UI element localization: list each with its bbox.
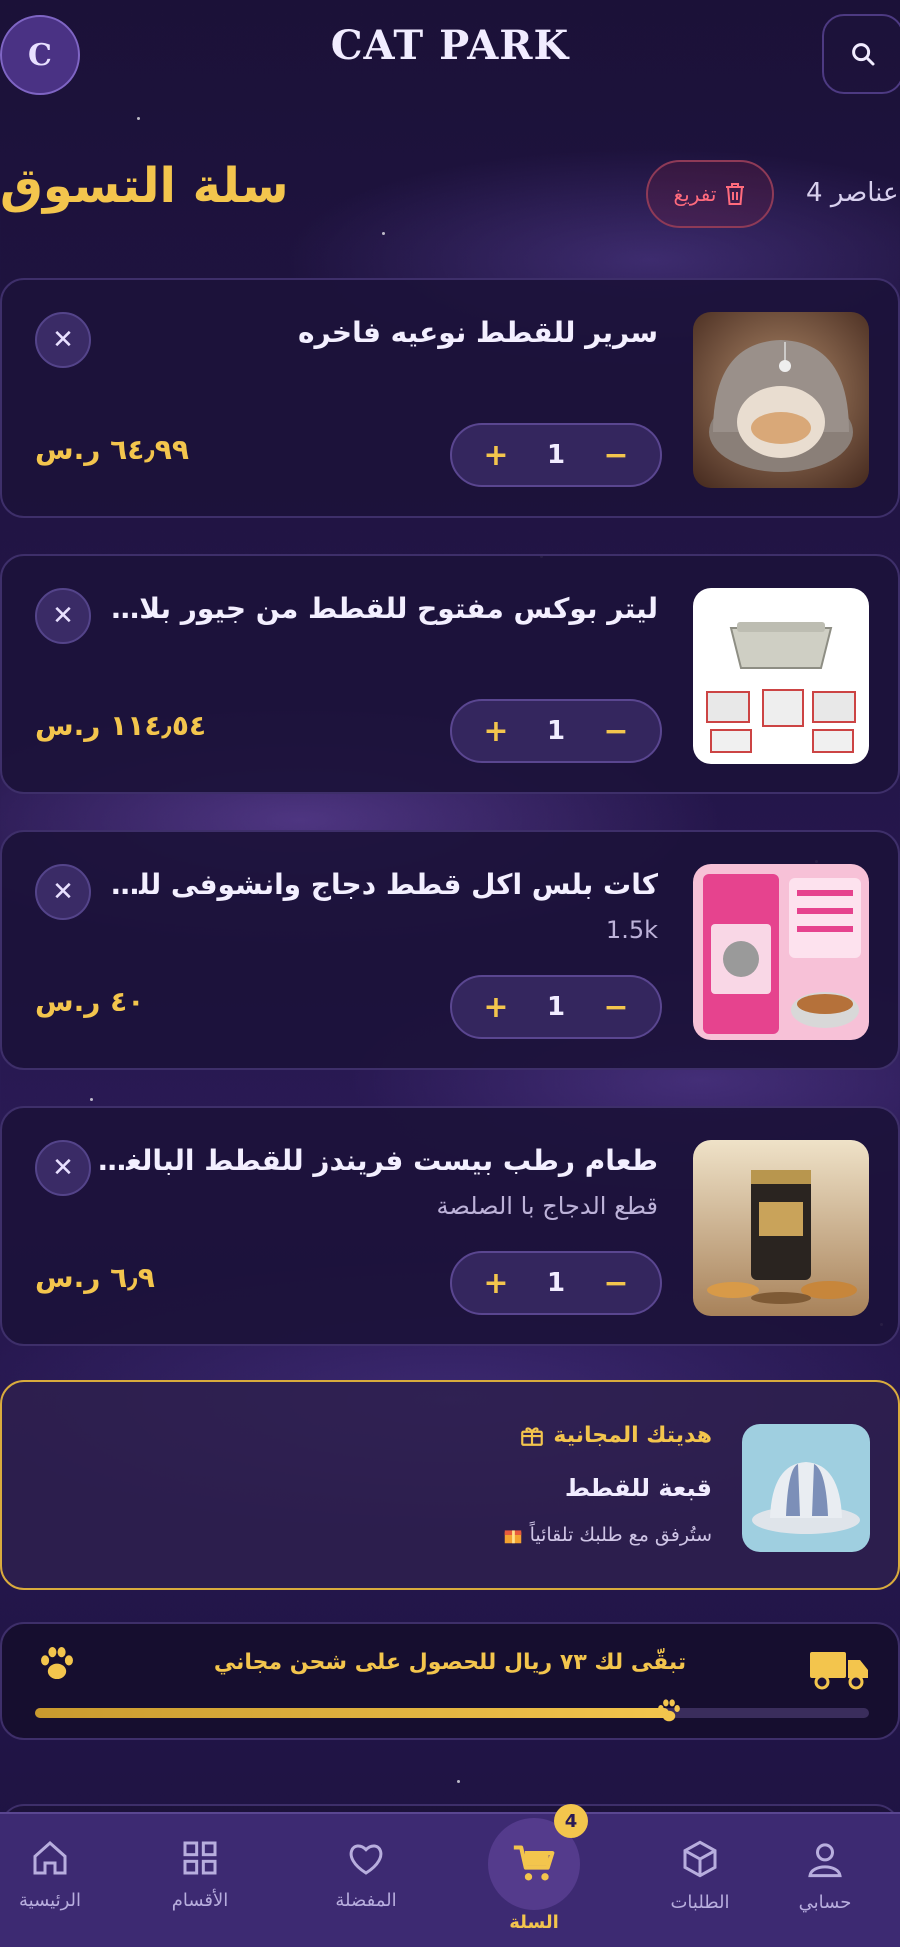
box-icon: [683, 1840, 717, 1878]
quantity-stepper: + 1 −: [450, 1251, 662, 1315]
quantity-stepper: + 1 −: [450, 975, 662, 1039]
star-decoration: [457, 1780, 460, 1783]
trash-icon: [726, 183, 745, 205]
close-icon: ✕: [52, 325, 74, 355]
item-name: كات بلس اكل قطط دجاج وانشوفى للقطط ا...: [98, 868, 658, 901]
remove-item-button[interactable]: ✕: [35, 588, 91, 644]
cart-item-card: كات بلس اكل قطط دجاج وانشوفى للقطط ا... …: [0, 830, 900, 1070]
star-decoration: [382, 232, 385, 235]
product-image[interactable]: [693, 312, 869, 488]
quantity-stepper: + 1 −: [450, 699, 662, 763]
nav-item-favorites[interactable]: المفضلة: [291, 1814, 441, 1947]
nav-label: السلة: [509, 1912, 559, 1933]
increase-button[interactable]: +: [482, 1266, 510, 1301]
item-price: ٦٫٩ ر.س: [35, 1261, 155, 1294]
clear-cart-label: تفريغ: [673, 182, 717, 206]
quantity-value: 1: [546, 716, 566, 746]
nav-item-cart[interactable]: 4 السلة: [459, 1804, 609, 1947]
nav-item-orders[interactable]: الطلبات: [625, 1814, 775, 1947]
gift-note-text: ستُرفق مع طلبك تلقائياً: [529, 1524, 712, 1546]
product-image[interactable]: [693, 588, 869, 764]
item-name: سرير للقطط نوعيه فاخره: [297, 316, 658, 349]
home-icon: [33, 1840, 67, 1875]
item-name: طعام رطب بيست فريندز للقطط البالغة نكها.…: [98, 1144, 658, 1177]
truck-icon: [810, 1652, 868, 1690]
nav-label: الطلبات: [670, 1892, 730, 1913]
items-count: 4 عناصر: [806, 178, 899, 208]
decrease-button[interactable]: −: [602, 990, 630, 1025]
star-decoration: [137, 117, 140, 120]
quantity-stepper: + 1 −: [450, 423, 662, 487]
nav-label: المفضلة: [335, 1890, 397, 1911]
gift-title: هديتك المجانية: [519, 1422, 712, 1448]
remove-item-button[interactable]: ✕: [35, 1140, 91, 1196]
paw-icon: [41, 1646, 73, 1680]
close-icon: ✕: [52, 1153, 74, 1183]
close-icon: ✕: [52, 877, 74, 907]
quantity-value: 1: [546, 440, 566, 470]
page-title: سلة التسوق: [0, 158, 289, 214]
gift-image: [742, 1424, 870, 1552]
progress-paw-icon: [657, 1699, 680, 1722]
free-gift-card: هديتك المجانية قبعة للقطط ستُرفق مع طلبك…: [0, 1380, 900, 1590]
brand-title: CAT PARK: [330, 22, 570, 69]
nav-item-categories[interactable]: الأقسام: [125, 1814, 275, 1947]
clear-cart-button[interactable]: تفريغ: [646, 160, 774, 228]
star-decoration: [90, 1098, 93, 1101]
item-price: ١١٤٫٥٤ ر.س: [35, 709, 207, 742]
gift-icon: [521, 1427, 544, 1446]
search-button[interactable]: [822, 14, 900, 94]
quantity-value: 1: [546, 1268, 566, 1298]
item-variant: قطع الدجاج با الصلصة: [436, 1192, 658, 1220]
bottom-navigation: حسابي الطلبات 4 السلة المفضلة الأقسام ال…: [0, 1804, 900, 1947]
gift-title-label: هديتك المجانية: [553, 1422, 712, 1448]
nav-label: الرئيسية: [19, 1890, 81, 1911]
nav-label: الأقسام: [171, 1890, 229, 1911]
free-shipping-text: تبقّى لك ٧٣ ريال للحصول على شحن مجاني: [213, 1650, 687, 1675]
item-variant: 1.5k: [605, 916, 658, 944]
shipping-progress-bar: [35, 1699, 869, 1722]
remove-item-button[interactable]: ✕: [35, 864, 91, 920]
quantity-value: 1: [546, 992, 566, 1022]
increase-button[interactable]: +: [482, 438, 510, 473]
remove-item-button[interactable]: ✕: [35, 312, 91, 368]
gift-note: ستُرفق مع طلبك تلقائياً: [502, 1524, 712, 1546]
decrease-button[interactable]: −: [602, 438, 630, 473]
cart-bubble: 4: [488, 1804, 588, 1910]
free-shipping-card: تبقّى لك ٧٣ ريال للحصول على شحن مجاني: [0, 1622, 900, 1740]
close-icon: ✕: [52, 601, 74, 631]
gift-box-icon: [504, 1530, 521, 1544]
item-price: ٦٤٫٩٩ ر.س: [35, 433, 189, 466]
shipping-progress-fill: [35, 1708, 669, 1718]
nav-label: حسابي: [798, 1892, 852, 1913]
cart-icon: [513, 1845, 555, 1881]
decrease-button[interactable]: −: [602, 1266, 630, 1301]
cart-item-card: طعام رطب بيست فريندز للقطط البالغة نكها.…: [0, 1106, 900, 1346]
gift-name: قبعة للقطط: [564, 1474, 712, 1502]
cart-count-badge: 4: [554, 1804, 588, 1838]
nav-item-home[interactable]: الرئيسية: [0, 1814, 125, 1947]
increase-button[interactable]: +: [482, 990, 510, 1025]
product-image[interactable]: [693, 864, 869, 1040]
product-image[interactable]: [693, 1140, 869, 1316]
user-icon: [808, 1843, 842, 1878]
increase-button[interactable]: +: [482, 714, 510, 749]
cart-item-card: ليتر بوكس مفتوح للقطط من جيور بلاست ال..…: [0, 554, 900, 794]
cart-item-card: سرير للقطط نوعيه فاخره ✕ + 1 − ٦٤٫٩٩ ر.س: [0, 278, 900, 518]
item-name: ليتر بوكس مفتوح للقطط من جيور بلاست ال..…: [98, 592, 658, 625]
heart-icon: [349, 1844, 383, 1875]
search-icon: [852, 43, 875, 66]
item-price: ٤٠ ر.س: [35, 985, 145, 1018]
grid-icon: [183, 1841, 217, 1875]
decrease-button[interactable]: −: [602, 714, 630, 749]
